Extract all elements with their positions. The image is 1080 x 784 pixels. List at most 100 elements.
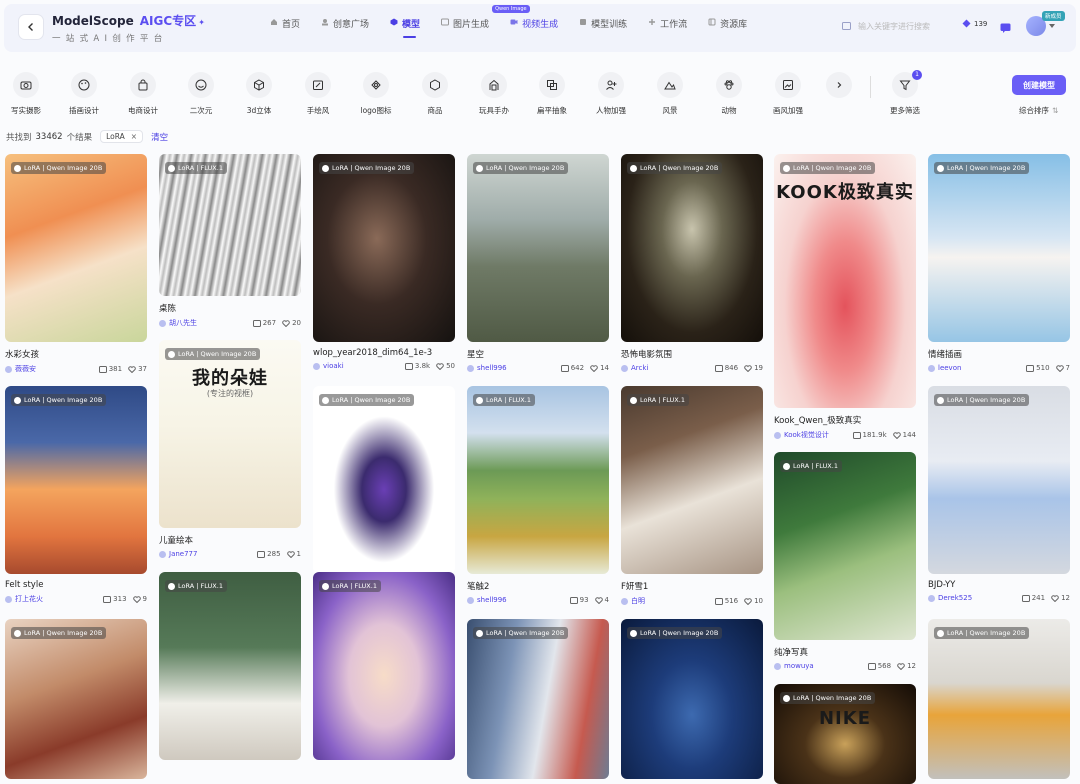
category-next-button[interactable] (826, 72, 852, 98)
chevron-down-icon[interactable] (1049, 24, 1055, 28)
like-stat[interactable]: 9 (132, 595, 147, 603)
model-thumbnail[interactable]: LoRA | Qwen Image 20B (467, 154, 609, 342)
like-stat[interactable]: 10 (744, 597, 763, 605)
like-stat[interactable]: 12 (897, 662, 916, 670)
model-title[interactable]: Felt style (5, 580, 147, 590)
create-model-button[interactable]: 创建模型 (1012, 75, 1066, 95)
author-link[interactable]: shell996 (467, 596, 564, 604)
like-stat[interactable]: 20 (282, 319, 301, 327)
model-title[interactable]: Kook_Qwen_极致真实 (774, 414, 916, 426)
like-stat[interactable]: 4 (594, 596, 609, 604)
model-card[interactable]: LoRA | FLUX.1 桌陈 胡八先生 267 20 (159, 154, 301, 328)
nav-home[interactable]: 首页 (270, 16, 300, 30)
model-thumbnail[interactable]: LoRA | FLUX.1 (159, 154, 301, 296)
model-title[interactable]: wlop_year2018_dim64_1e-3 (313, 348, 455, 358)
more-filter-button[interactable]: 更多筛选 (880, 72, 930, 116)
category-anime[interactable]: 二次元 (176, 72, 226, 116)
model-title[interactable]: 恐怖电影氛围 (621, 348, 763, 360)
search-input[interactable]: 输入关键字进行搜索 (842, 16, 946, 36)
category-toy[interactable]: 玩具手办 (469, 72, 519, 116)
model-card[interactable]: LoRA | Qwen Image 20B (5, 619, 147, 779)
model-title[interactable]: 儿童绘本 (159, 534, 301, 546)
category-handdrawn[interactable]: 手绘风 (293, 72, 343, 116)
model-card[interactable]: LoRA | Qwen Image 20B wlop_year2018_dim64… (313, 154, 455, 370)
model-thumbnail[interactable]: LoRA | FLUX.1 (159, 572, 301, 760)
author-link[interactable]: 打上花火 (5, 594, 97, 604)
category-logo[interactable]: logo图标 (351, 72, 401, 116)
model-card[interactable]: LoRA | Qwen Image 20B NIKE (774, 684, 916, 784)
category-style[interactable]: 画风加强 (763, 72, 813, 116)
model-thumbnail[interactable]: LoRA | FLUX.1 (467, 386, 609, 574)
author-link[interactable]: 薇薇安 (5, 364, 93, 374)
model-title[interactable]: 水彩女孩 (5, 348, 147, 360)
nav-train[interactable]: 模型训练 (579, 16, 627, 30)
model-card[interactable]: LoRA | FLUX.1 F妍雪1 白明 516 10 (621, 386, 763, 606)
model-thumbnail[interactable]: LoRA | Qwen Image 20B (5, 154, 147, 342)
model-title[interactable]: 星空 (467, 348, 609, 360)
category-ecommerce[interactable]: 电商设计 (118, 72, 168, 116)
like-stat[interactable]: 19 (744, 364, 763, 372)
author-link[interactable]: mowuya (774, 662, 862, 670)
model-thumbnail[interactable]: LoRA | Qwen Image 20B (313, 154, 455, 342)
category-illustration[interactable]: 插画设计 (59, 72, 109, 116)
model-card[interactable]: LoRA | Qwen Image 20B Felt style 打上花火 313 9 (5, 386, 147, 604)
category-3d[interactable]: 3d立体 (234, 72, 284, 116)
nav-plaza[interactable]: 创意广场 (321, 16, 369, 30)
category-flat[interactable]: 扁平抽象 (527, 72, 577, 116)
nav-workflow[interactable]: 工作流 (648, 16, 687, 30)
model-card[interactable]: LoRA | FLUX.1 笔触2 shell996 93 4 (467, 386, 609, 604)
model-card[interactable]: LoRA | Qwen Image 20B 水彩女孩 薇薇安 381 37 (5, 154, 147, 374)
like-stat[interactable]: 12 (1051, 594, 1070, 602)
category-product[interactable]: 商品 (410, 72, 460, 116)
like-stat[interactable]: 7 (1055, 364, 1070, 372)
clear-filters-button[interactable]: 清空 (151, 131, 168, 143)
model-thumbnail[interactable]: LoRA | Qwen Image 20B 我的朵娃 (专注的视框) (159, 340, 301, 528)
model-card[interactable]: LoRA | Qwen Image 20B (621, 619, 763, 779)
like-stat[interactable]: 37 (128, 365, 147, 373)
model-card[interactable]: LoRA | FLUX.1 纯净写真 mowuya 568 12 (774, 452, 916, 670)
model-thumbnail[interactable]: LoRA | FLUX.1 (313, 572, 455, 760)
model-thumbnail[interactable]: LoRA | Qwen Image 20B (467, 619, 609, 779)
model-title[interactable]: 桌陈 (159, 302, 301, 314)
model-thumbnail[interactable]: LoRA | Qwen Image 20B (928, 619, 1070, 779)
model-card[interactable]: LoRA | Qwen Image 20B 我的朵娃 (专注的视框) 儿童绘本 Jane… (159, 340, 301, 558)
filter-chip-lora[interactable]: LoRA × (100, 130, 144, 143)
model-thumbnail[interactable]: LoRA | Qwen Image 20B (621, 154, 763, 342)
category-person[interactable]: 人物加强 (586, 72, 636, 116)
category-landscape[interactable]: 风景 (645, 72, 695, 116)
like-stat[interactable]: 144 (892, 431, 916, 439)
model-thumbnail[interactable]: LoRA | Qwen Image 20B (928, 154, 1070, 342)
model-card[interactable]: LoRA | Qwen Image 20B (928, 619, 1070, 779)
model-card[interactable]: LoRA | Qwen Image 20B KOOK极致真实 Kook_Qwen_极… (774, 154, 916, 440)
model-card[interactable]: LoRA | FLUX.1 (159, 572, 301, 760)
model-thumbnail[interactable]: LoRA | Qwen Image 20B (5, 619, 147, 779)
model-card[interactable]: LoRA | Qwen Image 20B 恐怖电影氛围 Arcki 846 19 (621, 154, 763, 372)
model-title[interactable]: BJD-YY (928, 580, 1070, 590)
nav-library[interactable]: 资源库 (708, 16, 747, 30)
model-thumbnail[interactable]: LoRA | Qwen Image 20B NIKE (774, 684, 916, 784)
author-link[interactable]: leevon (928, 364, 1020, 372)
model-title[interactable]: 情绪插画 (928, 348, 1070, 360)
author-link[interactable]: shell996 (467, 364, 555, 372)
model-thumbnail[interactable]: LoRA | Qwen Image 20B (928, 386, 1070, 574)
brand[interactable]: ModelScope AIGC专区 ✦ 一站式AI创作平台 (52, 12, 205, 44)
points-display[interactable]: 139 (962, 19, 987, 28)
model-title[interactable]: 纯净写真 (774, 646, 916, 658)
author-link[interactable]: Derek525 (928, 594, 1016, 602)
back-button[interactable] (18, 14, 44, 40)
sort-dropdown[interactable]: 综合排序 ⇅ (1019, 105, 1058, 116)
like-stat[interactable]: 14 (590, 364, 609, 372)
category-animal[interactable]: 动物 (704, 72, 754, 116)
like-stat[interactable]: 1 (286, 550, 301, 558)
model-card[interactable]: LoRA | FLUX.1 (313, 572, 455, 760)
model-card[interactable]: LoRA | Qwen Image 20B BJD-YY Derek525 241 12 (928, 386, 1070, 602)
close-icon[interactable]: × (131, 132, 137, 141)
model-title[interactable]: F妍雪1 (621, 580, 763, 592)
nav-image-gen[interactable]: 图片生成 (441, 16, 489, 30)
author-link[interactable]: Kook视觉设计 (774, 430, 847, 440)
nav-model[interactable]: 模型 (390, 16, 420, 38)
model-card[interactable]: LoRA | Qwen Image 20B (467, 619, 609, 779)
like-stat[interactable]: 50 (436, 362, 455, 370)
message-button[interactable] (1000, 18, 1011, 37)
category-realistic[interactable]: 写实摄影 (1, 72, 51, 116)
